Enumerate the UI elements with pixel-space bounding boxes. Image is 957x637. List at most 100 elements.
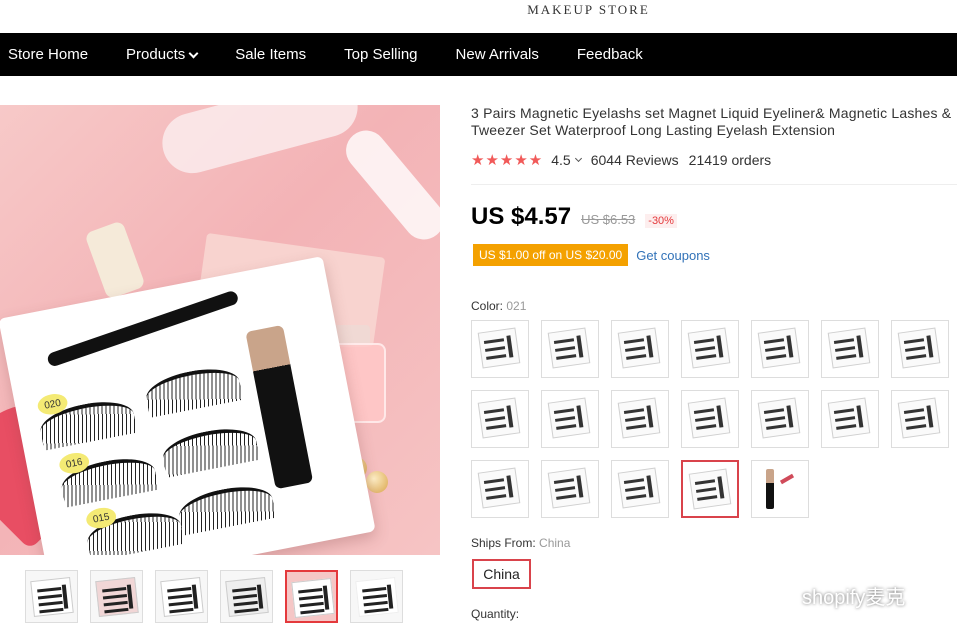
nav-products[interactable]: Products <box>118 46 205 63</box>
swatch-image <box>827 327 871 369</box>
color-swatch[interactable] <box>751 390 809 448</box>
chevron-down-icon[interactable] <box>574 154 582 162</box>
color-swatch[interactable] <box>681 390 739 448</box>
nav-feedback[interactable]: Feedback <box>569 46 651 63</box>
color-swatch[interactable] <box>541 460 599 518</box>
eyelash-pair <box>142 362 244 418</box>
product-main-image[interactable]: 020 016 015 <box>0 105 440 555</box>
color-value: 021 <box>506 299 527 313</box>
original-price: US $6.53 <box>581 212 636 227</box>
color-swatch[interactable] <box>541 390 599 448</box>
color-swatch[interactable] <box>471 320 529 378</box>
thumbnail-image <box>291 578 335 618</box>
nav-products-label: Products <box>126 46 186 63</box>
wechat-icon <box>760 580 796 610</box>
star-rating-icon: ★★★★★ <box>471 152 544 169</box>
ships-from-value: China <box>539 536 571 550</box>
ribbon-decoration <box>337 122 440 248</box>
swatch-image <box>897 327 941 369</box>
product-title: 3 Pairs Magnetic Eyelashs set Magnet Liq… <box>471 105 952 138</box>
swatch-image <box>827 397 871 439</box>
swatch-image <box>477 467 521 509</box>
ribbon-decoration <box>155 105 365 180</box>
eyelash-pair <box>175 480 277 536</box>
thumbnail[interactable] <box>90 570 143 623</box>
nav-store-home-label: Store Home <box>8 46 89 63</box>
current-price: US $4.57 <box>471 203 572 230</box>
nav-new-arrivals[interactable]: New Arrivals <box>448 46 547 63</box>
chevron-down-icon <box>188 48 199 58</box>
thumbnail-image <box>355 577 399 617</box>
color-swatch[interactable] <box>471 460 529 518</box>
color-swatch[interactable] <box>891 320 949 378</box>
ships-from-option-china[interactable]: China <box>472 559 531 589</box>
reviews-count[interactable]: 6044 Reviews <box>591 152 679 168</box>
swatch-image <box>617 327 661 369</box>
color-swatch[interactable] <box>611 320 669 378</box>
ships-from-label: Ships From: China <box>471 536 570 550</box>
color-swatch[interactable] <box>891 390 949 448</box>
pearl-decoration <box>366 471 388 493</box>
eyelash-tray: 020 016 015 <box>0 256 376 555</box>
thumbnail-image <box>95 577 139 617</box>
swatch-image <box>617 467 661 509</box>
store-title: MAKEUP STORE <box>527 2 650 17</box>
color-swatch[interactable] <box>821 390 879 448</box>
tweezer-image <box>779 473 795 485</box>
thumbnail-selected[interactable] <box>285 570 338 623</box>
swatch-image <box>547 327 591 369</box>
swatch-image <box>757 397 801 439</box>
thumbnail[interactable] <box>25 570 78 623</box>
quantity-label: Quantity: <box>471 607 520 621</box>
nav-feedback-label: Feedback <box>576 46 643 63</box>
color-swatch[interactable] <box>471 390 529 448</box>
discount-badge: -30% <box>645 214 677 228</box>
swatch-image <box>547 397 591 439</box>
thumbnail[interactable] <box>155 570 208 623</box>
nav-new-arrivals-label: New Arrivals <box>455 46 539 63</box>
swatch-image <box>547 467 591 509</box>
thumbnail-image <box>160 577 204 617</box>
color-label: Color: 021 <box>471 299 526 313</box>
eyeliner-tube <box>245 324 314 490</box>
ships-from-label-text: Ships From: <box>471 536 536 550</box>
swatch-image <box>477 397 521 439</box>
thumbnail[interactable] <box>350 570 403 623</box>
nav-top-selling[interactable]: Top Selling <box>336 46 425 63</box>
divider <box>471 184 957 185</box>
thumbnail-strip <box>25 570 403 623</box>
nav-store-home[interactable]: Store Home <box>0 46 96 63</box>
swatch-image <box>617 397 661 439</box>
nav-sale-items[interactable]: Sale Items <box>227 46 314 63</box>
color-swatch[interactable] <box>751 460 809 518</box>
color-label-text: Color: <box>471 299 504 313</box>
color-swatch[interactable] <box>611 460 669 518</box>
price-row: US $4.57 US $6.53 -30% <box>471 203 677 231</box>
get-coupons-link[interactable]: Get coupons <box>636 248 710 263</box>
eyeliner-image <box>766 469 774 509</box>
color-swatch-selected[interactable] <box>681 460 739 518</box>
color-swatch[interactable] <box>611 390 669 448</box>
watermark-text: shopify麦克 <box>802 586 906 609</box>
swatch-image <box>687 327 731 369</box>
thumbnail[interactable] <box>220 570 273 623</box>
swatch-image <box>688 468 732 510</box>
nav-top-selling-label: Top Selling <box>344 46 418 63</box>
rating-value[interactable]: 4.5 <box>551 152 570 168</box>
swatch-image <box>687 397 731 439</box>
color-swatch[interactable] <box>541 320 599 378</box>
color-swatch[interactable] <box>681 320 739 378</box>
swatch-image <box>477 327 521 369</box>
watermark: shopify麦克 <box>760 580 905 610</box>
main-nav: Store Home Products Sale Items Top Selli… <box>0 33 957 76</box>
bow-decoration <box>84 220 146 300</box>
coupon-badge: US $1.00 off on US $20.00 <box>473 244 629 266</box>
swatch-image <box>897 397 941 439</box>
swatch-image <box>757 327 801 369</box>
color-swatch[interactable] <box>751 320 809 378</box>
color-swatch[interactable] <box>821 320 879 378</box>
rating-row: ★★★★★ 4.5 6044 Reviews 21419 orders <box>471 151 771 169</box>
nav-sale-items-label: Sale Items <box>235 46 307 63</box>
tweezer <box>45 289 240 368</box>
orders-count: 21419 orders <box>688 152 772 168</box>
